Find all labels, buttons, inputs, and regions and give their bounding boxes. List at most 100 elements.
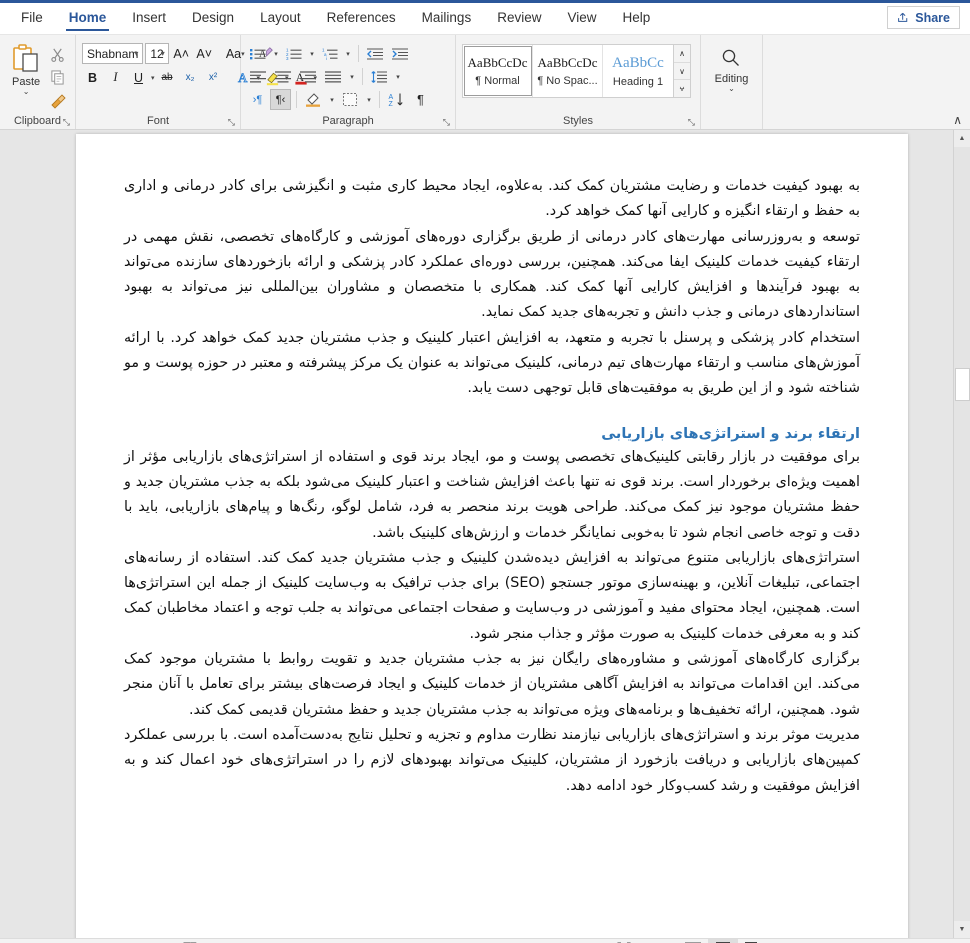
line-spacing-chevron-down-icon[interactable]: ▾ [393, 73, 403, 81]
style-item-normal[interactable]: AaBbCcDc ¶ Normal [463, 45, 533, 97]
numbering-button[interactable]: 123 [283, 43, 305, 64]
tab-label: View [567, 9, 597, 25]
line-spacing-button[interactable] [368, 66, 391, 87]
tab-help[interactable]: Help [610, 0, 664, 34]
italic-button[interactable]: I [105, 67, 126, 88]
tab-file[interactable]: File [8, 0, 56, 34]
copy-icon[interactable] [48, 68, 67, 87]
tab-mailings[interactable]: Mailings [409, 0, 485, 34]
ribbon: Paste ⌄ Clipboard ⤡ Shabnam ▾ 12 ▾ A˄ A˅… [0, 35, 970, 130]
collapse-ribbon-button[interactable]: ∧ [953, 114, 962, 126]
ltr-text-direction-button[interactable]: ›¶ [247, 89, 268, 110]
increase-indent-button[interactable] [389, 43, 412, 64]
svg-text:A: A [389, 94, 394, 101]
tab-layout[interactable]: Layout [247, 0, 314, 34]
bullets-chevron-down-icon[interactable]: ▾ [271, 50, 281, 58]
style-scroll-up-button[interactable]: ∧ [674, 45, 690, 63]
justify-chevron-down-icon[interactable]: ▾ [347, 73, 357, 81]
show-formatting-marks-button[interactable]: ¶ [410, 89, 431, 110]
styles-dialog-launcher[interactable]: ⤡ [688, 118, 695, 127]
page-number-status[interactable]: Page 6 of 17 [8, 939, 93, 943]
vertical-scrollbar[interactable]: ▲ ▼ [953, 130, 970, 938]
multilevel-chevron-down-icon[interactable]: ▾ [343, 50, 353, 58]
ribbon-spacer [763, 35, 970, 129]
align-center-button[interactable] [272, 66, 295, 87]
underline-chevron-down-icon[interactable]: ▾ [151, 74, 155, 82]
strikethrough-button[interactable]: ab [157, 67, 178, 88]
tab-label: Layout [260, 9, 301, 25]
paste-caret-icon[interactable]: ⌄ [23, 88, 30, 96]
shading-button[interactable] [302, 89, 325, 110]
subscript-button[interactable]: x₂ [180, 67, 201, 88]
style-preview: AaBbCcDc [537, 55, 598, 70]
scroll-down-button[interactable]: ▼ [954, 921, 970, 938]
language-status[interactable]: Persian (Iran) [207, 939, 297, 943]
numbering-chevron-down-icon[interactable]: ▾ [307, 50, 317, 58]
ribbon-group-styles: AaBbCcDc ¶ Normal AaBbCcDc ¶ No Spac... … [456, 35, 701, 129]
tab-label: Home [68, 9, 107, 25]
svg-text:Z: Z [389, 101, 394, 107]
paragraph-dialog-launcher[interactable]: ⤡ [443, 118, 450, 127]
font-dialog-launcher[interactable]: ⤡ [228, 118, 235, 127]
shrink-font-button[interactable]: A˅ [194, 43, 215, 64]
font-size-input[interactable]: 12 ▾ [145, 43, 169, 64]
font-name-input[interactable]: Shabnam ▾ [82, 43, 144, 64]
borders-button[interactable] [339, 89, 362, 110]
proofing-status[interactable] [173, 939, 207, 943]
tab-label: Review [497, 9, 542, 25]
word-count-status[interactable]: 6556 words [93, 939, 172, 943]
font-group-label: Font ⤡ [146, 115, 235, 127]
rtl-text-direction-button[interactable]: ¶‹ [270, 89, 291, 110]
multilevel-list-button[interactable]: 1ai [319, 43, 341, 64]
paste-button[interactable]: Paste ⌄ [6, 41, 46, 113]
scrollbar-thumb[interactable] [955, 368, 970, 401]
sort-button[interactable]: AZ [385, 89, 408, 110]
tab-label: Design [192, 9, 235, 25]
status-bar: Page 6 of 17 6556 words Persian (Iran) F… [0, 938, 970, 943]
editing-button[interactable]: Editing ⌄ [715, 43, 748, 113]
style-gallery: AaBbCcDc ¶ Normal AaBbCcDc ¶ No Spac... … [462, 44, 674, 98]
format-painter-icon[interactable] [48, 91, 67, 110]
read-mode-button[interactable] [678, 939, 708, 943]
paragraph: استخدام کادر پزشکی و پرسنل با تجربه و مت… [124, 329, 860, 397]
tab-label: File [21, 9, 43, 25]
style-item-no-spacing[interactable]: AaBbCcDc ¶ No Spac... [533, 45, 603, 97]
shading-chevron-down-icon[interactable]: ▾ [327, 96, 337, 104]
chevron-down-icon[interactable]: ▾ [161, 49, 165, 58]
bullets-button[interactable] [247, 43, 269, 64]
tab-references[interactable]: References [314, 0, 409, 34]
style-item-heading-1[interactable]: AaBbCс Heading 1 [603, 45, 673, 97]
focus-mode-button[interactable]: Focus [607, 939, 677, 943]
print-layout-button[interactable] [707, 938, 738, 943]
document-canvas: به بهبود کیفیت خدمات و رضایت مشتریان کمک… [0, 130, 970, 938]
web-layout-button[interactable] [738, 939, 768, 943]
justify-button[interactable] [322, 66, 345, 87]
superscript-button[interactable]: x² [203, 67, 224, 88]
underline-button[interactable]: U [128, 67, 149, 88]
grow-font-button[interactable]: A˄ [171, 43, 192, 64]
page-content[interactable]: به بهبود کیفیت خدمات و رضایت مشتریان کمک… [76, 134, 908, 799]
scroll-up-button[interactable]: ▲ [954, 130, 970, 147]
align-left-button[interactable] [247, 66, 270, 87]
document-page[interactable]: به بهبود کیفیت خدمات و رضایت مشتریان کمک… [76, 134, 908, 938]
bold-button[interactable]: B [82, 67, 103, 88]
style-scroll-down-button[interactable]: ∨ [674, 63, 690, 81]
style-gallery-more-button[interactable]: ⩝ [674, 80, 690, 97]
paragraph: توسعه و به‌روزرسانی مهارت‌های کادر درمان… [124, 228, 860, 321]
tab-label: Help [622, 9, 651, 25]
tab-home[interactable]: Home [56, 0, 120, 34]
tab-insert[interactable]: Insert [119, 0, 179, 34]
share-button[interactable]: Share [887, 6, 960, 29]
tab-label: Mailings [421, 9, 472, 25]
editing-caret-icon[interactable]: ⌄ [728, 85, 735, 93]
chevron-down-icon[interactable]: ▾ [134, 49, 138, 58]
decrease-indent-button[interactable] [364, 43, 387, 64]
align-right-button[interactable] [297, 66, 320, 87]
tab-review[interactable]: Review [484, 0, 554, 34]
tab-design[interactable]: Design [179, 0, 247, 34]
borders-chevron-down-icon[interactable]: ▾ [364, 96, 374, 104]
clipboard-dialog-launcher[interactable]: ⤡ [63, 118, 70, 127]
style-preview: AaBbCcDc [467, 55, 528, 70]
cut-icon[interactable] [48, 45, 67, 64]
tab-view[interactable]: View [554, 0, 609, 34]
